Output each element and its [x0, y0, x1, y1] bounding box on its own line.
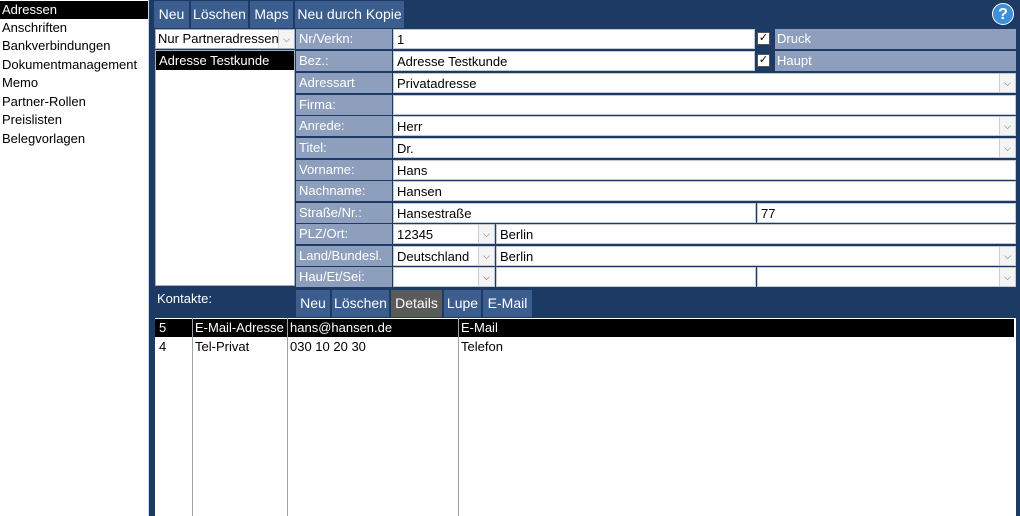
nr-label: Nr/Verkn:	[296, 29, 392, 49]
address-filter-value: Nur Partneradressen	[158, 31, 279, 46]
contact-nr: 5	[159, 320, 167, 335]
firma-field[interactable]	[393, 95, 1016, 115]
kontakt-loeschen-button[interactable]: Löschen	[332, 290, 390, 317]
lupe-button[interactable]: Lupe	[444, 290, 482, 317]
table-row[interactable]: 4 Tel-Privat 030 10 20 30 Telefon	[155, 338, 1014, 356]
sidebar-item-belegvorlagen[interactable]: Belegvorlagen	[0, 130, 148, 148]
bez-label: Bez.:	[296, 51, 392, 71]
anrede-label: Anrede:	[296, 116, 392, 136]
chevron-down-icon[interactable]: ⌵	[478, 247, 494, 265]
chevron-down-icon[interactable]: ⌵	[478, 225, 494, 243]
land-label: Land/Bundesl.	[296, 246, 392, 266]
bundesland-value: Berlin	[500, 249, 534, 264]
neu-durch-kopie-button[interactable]: Neu durch Kopie	[295, 1, 405, 28]
table-row[interactable]: 5 E-Mail-Adresse hans@hansen.de E-Mail	[155, 319, 1014, 337]
bez-field[interactable]: Adresse Testkunde	[393, 51, 755, 71]
nachname-label: Nachname:	[296, 181, 392, 201]
sidebar-item-partner-rollen[interactable]: Partner-Rollen	[0, 93, 148, 111]
haupt-checkbox[interactable]: ✓	[757, 54, 770, 67]
email-button[interactable]: E-Mail	[483, 290, 533, 317]
sidebar-item-anschriften[interactable]: Anschriften	[0, 19, 148, 37]
nr-field[interactable]: 1	[393, 29, 755, 49]
chevron-down-icon[interactable]: ⌵	[999, 139, 1015, 157]
sidebar-item-dokumentmanagement[interactable]: Dokumentmanagement	[0, 56, 148, 74]
titel-label: Titel:	[296, 138, 392, 158]
titel-select[interactable]: Dr. ⌵	[393, 138, 1016, 158]
grid-divider	[458, 318, 459, 516]
adressart-select[interactable]: Privatadresse ⌵	[393, 73, 1016, 93]
ort-field[interactable]: Berlin	[496, 224, 1016, 244]
chevron-down-icon[interactable]: ⌵	[999, 247, 1015, 265]
bundesland-select[interactable]: Berlin ⌵	[496, 246, 1016, 266]
maps-button[interactable]: Maps	[250, 1, 294, 28]
kontakte-label: Kontakte:	[157, 291, 212, 306]
contact-kind: Telefon	[461, 339, 503, 354]
contact-value: 030 10 20 30	[290, 339, 366, 354]
chevron-down-icon[interactable]: ⌵	[278, 30, 294, 48]
chevron-down-icon[interactable]: ⌵	[999, 117, 1015, 135]
plz-select[interactable]: 12345 ⌵	[393, 224, 495, 244]
vorname-label: Vorname:	[296, 160, 392, 180]
chevron-down-icon[interactable]: ⌵	[999, 268, 1015, 286]
anrede-select[interactable]: Herr ⌵	[393, 116, 1016, 136]
anrede-value: Herr	[397, 119, 423, 134]
address-list[interactable]	[155, 50, 295, 286]
grid-divider	[287, 318, 288, 516]
nachname-field[interactable]: Hansen	[393, 181, 1016, 201]
druck-checkbox[interactable]: ✓	[757, 32, 770, 45]
list-item[interactable]: Adresse Testkunde	[156, 51, 294, 70]
hausnr-field[interactable]: 77	[757, 203, 1016, 223]
sidebar-item-preislisten[interactable]: Preislisten	[0, 111, 148, 129]
adressart-label: Adressart	[296, 73, 392, 93]
hau-label: Hau/Et/Sei:	[296, 267, 392, 287]
strasse-field[interactable]: Hansestraße	[393, 203, 756, 223]
sidebar-item-bankverbindungen[interactable]: Bankverbindungen	[0, 37, 148, 55]
hau-select[interactable]: ⌵	[393, 267, 495, 287]
adressart-value: Privatadresse	[397, 76, 477, 91]
contact-type: E-Mail-Adresse	[195, 320, 284, 335]
sidebar-item-memo[interactable]: Memo	[0, 74, 148, 92]
kontakt-neu-button[interactable]: Neu	[296, 290, 331, 317]
sidebar: Adressen Anschriften Bankverbindungen Do…	[0, 0, 149, 516]
grid-divider	[192, 318, 193, 516]
haupt-label: Haupt	[775, 51, 1016, 71]
plz-label: PLZ/Ort:	[296, 224, 392, 244]
sidebar-item-adressen[interactable]: Adressen	[0, 1, 148, 19]
firma-label: Firma:	[296, 95, 392, 115]
address-filter-select[interactable]: Nur Partneradressen ⌵	[155, 29, 295, 49]
chevron-down-icon[interactable]: ⌵	[478, 268, 494, 286]
druck-label: Druck	[775, 29, 1016, 49]
neu-button[interactable]: Neu	[154, 1, 190, 28]
plz-value: 12345	[397, 227, 434, 242]
contact-type: Tel-Privat	[195, 339, 250, 354]
tab-details[interactable]: Details	[391, 290, 443, 317]
contact-kind: E-Mail	[461, 320, 498, 335]
help-icon[interactable]: ?	[992, 3, 1014, 25]
contact-value: hans@hansen.de	[290, 320, 393, 335]
land-select[interactable]: Deutschland ⌵	[393, 246, 495, 266]
et-field[interactable]	[496, 267, 756, 287]
vorname-field[interactable]: Hans	[393, 160, 1016, 180]
loeschen-button[interactable]: Löschen	[191, 1, 249, 28]
land-value: Deutschland	[397, 249, 470, 264]
contact-nr: 4	[159, 339, 167, 354]
strasse-label: Straße/Nr.:	[296, 203, 392, 223]
titel-value: Dr.	[397, 141, 414, 156]
sei-select[interactable]: ⌵	[757, 267, 1016, 287]
chevron-down-icon[interactable]: ⌵	[999, 74, 1015, 92]
